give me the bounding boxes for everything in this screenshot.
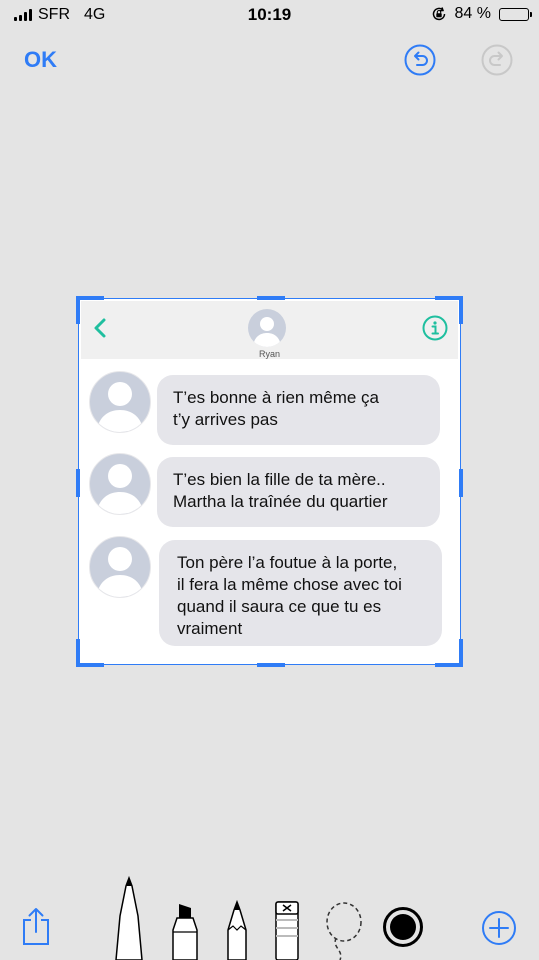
crop-frame[interactable]: Ryan T’es bonne à rien même ça t’y arriv… (76, 296, 463, 667)
color-picker-icon[interactable] (382, 906, 424, 948)
pen-icon[interactable] (114, 876, 144, 960)
battery-percent: 84 % (454, 5, 491, 22)
lasso-icon[interactable] (322, 900, 366, 960)
sender-avatar (89, 536, 151, 598)
ok-button[interactable]: OK (24, 47, 57, 73)
crop-handle-top[interactable] (257, 296, 285, 300)
message-bubble: Ton père l’a foutue à la porte, il fera … (159, 540, 442, 646)
eraser-icon[interactable] (274, 900, 300, 960)
sender-avatar (89, 453, 151, 515)
add-icon[interactable] (481, 910, 517, 946)
back-chevron-icon (94, 318, 106, 338)
rotation-lock-icon (432, 7, 445, 21)
chat-header: Ryan (81, 301, 458, 359)
marker-icon[interactable] (168, 902, 202, 960)
redo-icon[interactable] (481, 44, 513, 76)
contact-name: Ryan (258, 349, 280, 359)
sender-avatar (89, 371, 151, 433)
crop-handle-left[interactable] (76, 469, 80, 497)
crop-handle-bottom[interactable] (257, 663, 285, 667)
message-bubble: T’es bien la fille de ta mère.. Martha l… (157, 457, 440, 527)
crop-handle-bottom-left[interactable] (76, 663, 104, 667)
pencil-icon[interactable] (224, 900, 250, 960)
info-icon (422, 315, 448, 341)
share-icon[interactable] (20, 906, 52, 946)
message-bubble: T’es bonne à rien même ça t’y arrives pa… (157, 375, 440, 445)
undo-icon[interactable] (404, 44, 436, 76)
crop-handle-top-left[interactable] (76, 296, 104, 300)
battery-icon (499, 7, 532, 21)
contact-avatar (248, 309, 286, 347)
crop-handle-right[interactable] (459, 469, 463, 497)
status-bar: SFR 4G 10:19 84 % (0, 0, 539, 30)
